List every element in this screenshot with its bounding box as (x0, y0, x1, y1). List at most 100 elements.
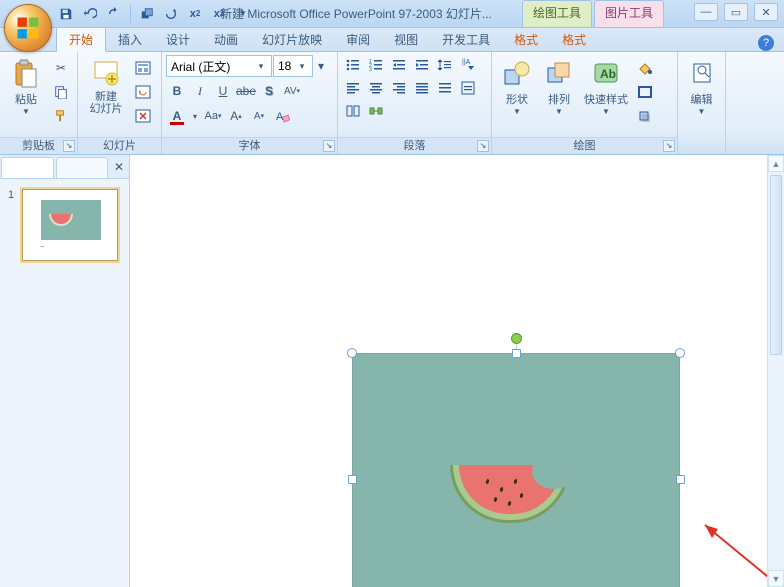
vertical-scrollbar[interactable]: ▲ ▼ (767, 155, 784, 587)
font-size-select[interactable]: 18▾ (273, 55, 313, 77)
shape-effects-icon[interactable] (634, 105, 656, 127)
redo-icon[interactable] (104, 4, 124, 24)
ribbon-tab-developer[interactable]: 开发工具 (430, 27, 502, 51)
decrease-indent-button[interactable] (388, 55, 410, 75)
text-direction-button[interactable]: ||A (457, 55, 479, 75)
restore-button[interactable]: ▭ (724, 3, 748, 21)
font-name-select[interactable]: Arial (正文)▾ (166, 55, 272, 77)
resize-handle[interactable] (348, 475, 357, 484)
arrange-button[interactable]: 排列▼ (538, 55, 580, 116)
align-left-button[interactable] (342, 78, 364, 98)
group-label-font: 字体↘ (162, 137, 337, 154)
group-label-slides: 幻灯片 (78, 137, 161, 154)
bold-button[interactable]: B (166, 80, 188, 102)
group-drawing: 形状▼ 排列▼ Ab 快速样式▼ 绘图↘ (492, 52, 678, 154)
ribbon-tab-animations[interactable]: 动画 (202, 27, 250, 51)
qat-superscript-icon[interactable]: x2 (185, 4, 205, 24)
increase-indent-button[interactable] (411, 55, 433, 75)
paste-button[interactable]: 粘贴 ▼ (4, 55, 48, 116)
ribbon-tab-view[interactable]: 视图 (382, 27, 430, 51)
strikethrough-button[interactable]: abe (235, 80, 257, 102)
slide-canvas[interactable]: 西瓜 ▲ ▼ (130, 155, 784, 587)
grow-font-button[interactable]: A▴ (225, 105, 247, 127)
shape-outline-icon[interactable] (634, 81, 656, 103)
layout-icon[interactable] (132, 57, 154, 79)
group-label-drawing: 绘图↘ (492, 137, 677, 154)
new-slide-label: 新建 幻灯片 (90, 91, 123, 115)
align-text-button[interactable] (457, 78, 479, 98)
shapes-button[interactable]: 形状▼ (496, 55, 538, 116)
ribbon-tab-format-picture[interactable]: 格式 (550, 27, 598, 51)
align-right-button[interactable] (388, 78, 410, 98)
ribbon-tab-format-drawing[interactable]: 格式 (502, 27, 550, 51)
cut-icon[interactable]: ✂ (50, 57, 72, 79)
close-panel-icon[interactable]: ✕ (109, 155, 129, 178)
ribbon-tab-insert[interactable]: 插入 (106, 27, 154, 51)
undo-icon[interactable] (80, 4, 100, 24)
delete-slide-icon[interactable] (132, 105, 154, 127)
rotate-handle[interactable] (511, 333, 522, 344)
ribbon-tab-review[interactable]: 审阅 (334, 27, 382, 51)
underline-button[interactable]: U (212, 80, 234, 102)
char-spacing-button[interactable]: AV▾ (281, 80, 303, 102)
format-painter-icon[interactable] (50, 105, 72, 127)
scroll-down-icon[interactable]: ▼ (768, 570, 784, 587)
font-color-dropdown[interactable]: ▾ (189, 105, 201, 127)
copy-icon[interactable] (50, 81, 72, 103)
qat-rotate-icon[interactable] (161, 4, 181, 24)
contextual-tab-picture[interactable]: 图片工具 (594, 0, 664, 27)
new-slide-button[interactable]: 新建 幻灯片 (82, 55, 130, 115)
scroll-up-icon[interactable]: ▲ (768, 155, 784, 172)
columns-button[interactable] (342, 101, 364, 121)
group-font: Arial (正文)▾ 18▾ ▾ B I U abe S AV▾ A ▾ Aa… (162, 52, 338, 154)
office-button[interactable] (4, 4, 52, 52)
resize-handle[interactable] (675, 348, 685, 358)
group-label-clipboard: 剪贴板↘ (0, 137, 77, 154)
italic-button[interactable]: I (189, 80, 211, 102)
bullets-button[interactable] (342, 55, 364, 75)
quick-styles-button[interactable]: Ab 快速样式▼ (580, 55, 632, 116)
distributed-button[interactable] (434, 78, 456, 98)
slide-number-label: 1 (8, 189, 14, 201)
close-button[interactable]: ✕ (754, 3, 778, 21)
ribbon-tab-home[interactable]: 开始 (56, 26, 106, 52)
convert-smartart-button[interactable] (365, 101, 387, 121)
ribbon-tab-design[interactable]: 设计 (154, 27, 202, 51)
scrollbar-thumb[interactable] (770, 175, 782, 355)
contextual-tab-drawing[interactable]: 绘图工具 (522, 0, 592, 27)
change-case-button[interactable]: Aa▾ (202, 105, 224, 127)
editing-button[interactable]: 编辑▼ (682, 55, 721, 116)
help-icon[interactable]: ? (758, 35, 774, 51)
save-icon[interactable] (56, 4, 76, 24)
justify-button[interactable] (411, 78, 433, 98)
font-color-button[interactable]: A (166, 105, 188, 127)
qat-sendback-icon[interactable] (137, 4, 157, 24)
resize-handle[interactable] (676, 475, 685, 484)
tab-slides-thumb[interactable] (1, 157, 54, 178)
shadow-button[interactable]: S (258, 80, 280, 102)
clear-format-button[interactable]: A (271, 105, 293, 127)
dialog-launcher-icon[interactable]: ↘ (663, 140, 675, 152)
group-label-paragraph: 段落↘ (338, 137, 491, 154)
line-spacing-button[interactable] (434, 55, 456, 75)
window-title: 新建 Microsoft Office PowerPoint 97-2003 幻… (220, 5, 524, 22)
dialog-launcher-icon[interactable]: ↘ (477, 140, 489, 152)
font-dropdown-icon[interactable]: ▾ (314, 55, 328, 77)
svg-text:3: 3 (369, 67, 372, 73)
ribbon-tab-slideshow[interactable]: 幻灯片放映 (250, 27, 334, 51)
reset-icon[interactable] (132, 81, 154, 103)
svg-text:||A: ||A (462, 59, 471, 66)
ribbon: 粘贴 ▼ ✂ 剪贴板↘ 新建 幻灯片 幻灯片 (0, 52, 784, 155)
slide-thumbnail-1[interactable]: 1 ‒ (8, 189, 121, 266)
dialog-launcher-icon[interactable]: ↘ (63, 140, 75, 152)
group-clipboard: 粘贴 ▼ ✂ 剪贴板↘ (0, 52, 78, 154)
dialog-launcher-icon[interactable]: ↘ (323, 140, 335, 152)
shape-fill-icon[interactable] (634, 57, 656, 79)
tab-outline-thumb[interactable] (56, 157, 109, 178)
numbering-button[interactable]: 123 (365, 55, 387, 75)
minimize-button[interactable]: — (694, 3, 718, 21)
shrink-font-button[interactable]: A▾ (248, 105, 270, 127)
resize-handle[interactable] (512, 349, 521, 358)
align-center-button[interactable] (365, 78, 387, 98)
resize-handle[interactable] (347, 348, 357, 358)
